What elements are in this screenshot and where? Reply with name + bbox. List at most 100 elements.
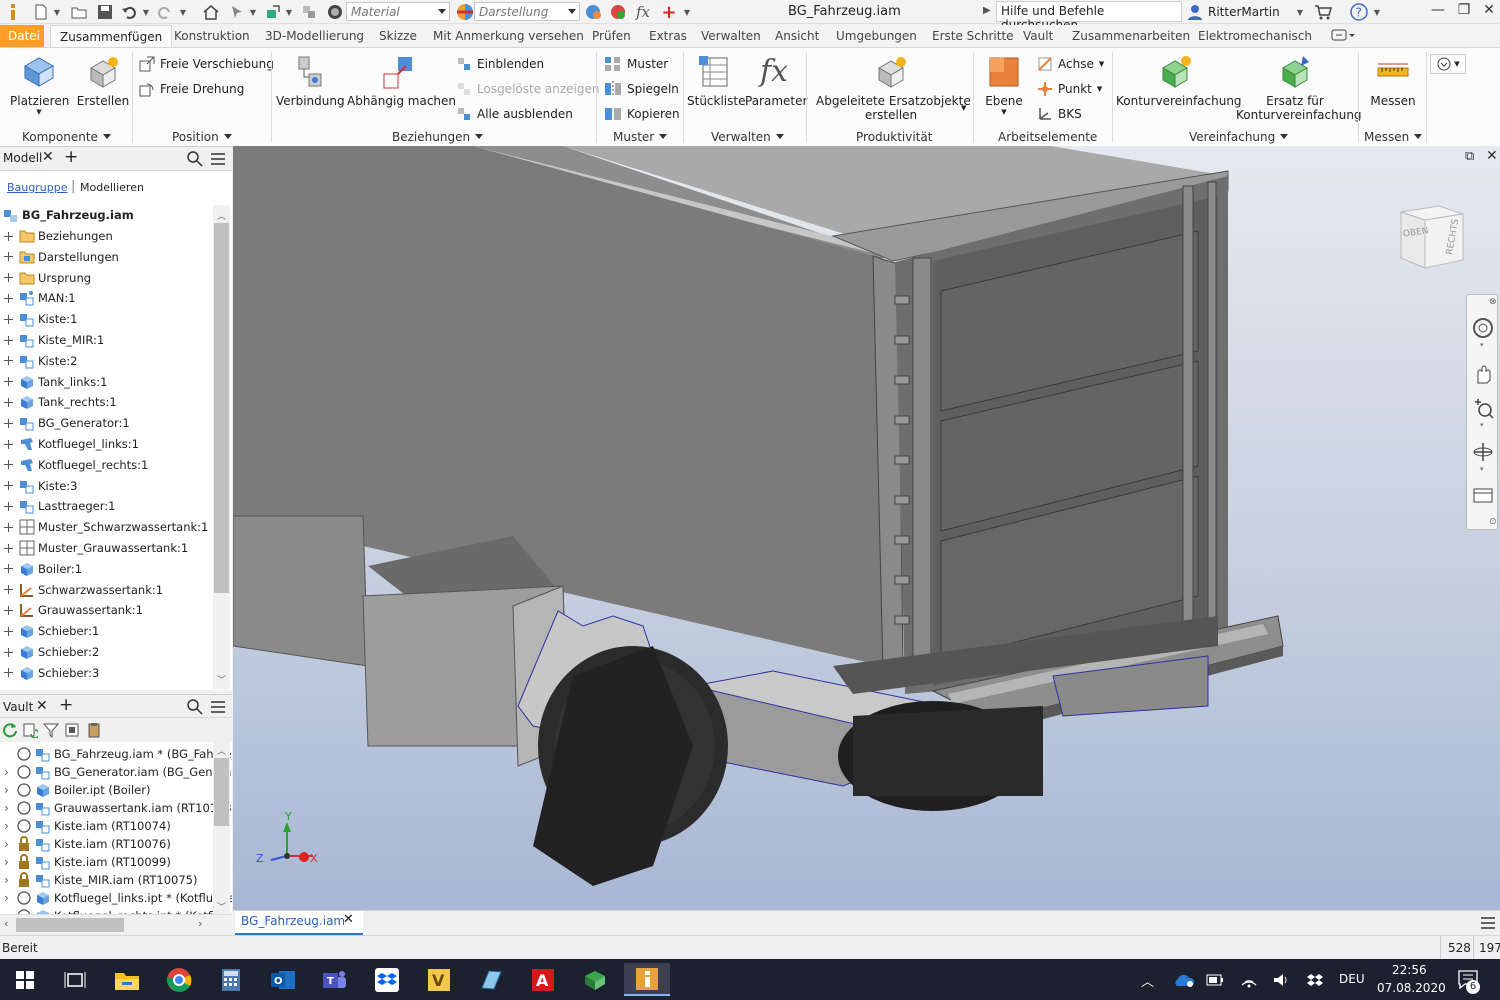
home-icon[interactable] xyxy=(200,2,222,22)
menu-icon[interactable] xyxy=(210,699,226,715)
onedrive-icon[interactable] xyxy=(1172,972,1194,988)
einblenden-button[interactable]: Einblenden xyxy=(456,56,544,72)
tree-item[interactable]: Kotfluegel_rechts:1 xyxy=(0,455,148,475)
freie-drehung-button[interactable]: Freie Drehung xyxy=(139,81,244,97)
ribbon-options-button[interactable]: ▼ xyxy=(1430,54,1466,74)
tab-zusammenarbeiten[interactable]: Zusammenarbeiten xyxy=(1072,29,1190,43)
close-panel-icon[interactable]: ✕ xyxy=(42,149,54,165)
zoom-icon[interactable] xyxy=(1472,397,1494,419)
graphics-viewport[interactable]: OBEN RECHTS ⊗ ▾ ▾ ▾ ⊙ ⧉ ✕ Y X Z xyxy=(233,146,1500,910)
refresh-icon[interactable] xyxy=(2,722,18,738)
losgeloeste-anzeigen-button[interactable]: Losgelöste anzeigen xyxy=(456,81,599,97)
clock-time[interactable]: 22:56 xyxy=(1392,963,1427,977)
expand-icon[interactable] xyxy=(4,418,13,428)
help-dropdown-icon[interactable]: ▼ xyxy=(1372,2,1382,22)
update-dropdown-icon[interactable]: ▼ xyxy=(284,2,294,22)
close-panel-icon[interactable]: ✕ xyxy=(36,698,48,714)
look-at-icon[interactable] xyxy=(1472,483,1494,505)
add-panel-icon[interactable]: + xyxy=(64,147,78,167)
open-icon[interactable] xyxy=(68,2,90,22)
refresh-tree-icon[interactable] xyxy=(22,722,38,738)
inventor-app-icon[interactable] xyxy=(624,963,670,996)
clock-date[interactable]: 07.08.2020 xyxy=(1377,981,1446,995)
vault-item[interactable]: BG_Fahrzeug.iam * (BG_Fahrzeug) xyxy=(0,744,232,764)
user-dropdown-icon[interactable]: ▼ xyxy=(1294,2,1306,22)
vault-app-icon[interactable]: V xyxy=(416,963,462,996)
tab-erste-schritte[interactable]: Erste Schritte xyxy=(932,29,1014,43)
autocad-icon[interactable]: A xyxy=(520,963,566,996)
zoom-dropdown-icon[interactable]: ▾ xyxy=(1480,421,1484,429)
tab-anmerkung[interactable]: Mit Anmerkung versehen xyxy=(433,29,584,43)
tree-item[interactable]: Grauwassertank:1 xyxy=(0,600,143,620)
tray-chevron-icon[interactable]: ︿ xyxy=(1141,971,1154,990)
viewcube[interactable]: OBEN RECHTS xyxy=(1399,204,1467,270)
abhaengig-machen-button[interactable]: Abhängig machen xyxy=(347,54,456,108)
expand-icon[interactable] xyxy=(4,585,13,595)
pan-icon[interactable] xyxy=(1472,363,1494,385)
expand-icon[interactable] xyxy=(4,314,13,324)
add-icon[interactable]: + xyxy=(658,2,680,23)
tab-verwalten[interactable]: Verwalten xyxy=(701,29,761,43)
redo-dropdown-icon[interactable]: ▼ xyxy=(178,2,188,22)
task-view-icon[interactable] xyxy=(52,963,98,996)
scroll-down-icon[interactable]: ﹀ xyxy=(217,673,226,686)
tree-item[interactable]: Lasttraeger:1 xyxy=(0,496,115,516)
battery-icon[interactable] xyxy=(1206,974,1224,986)
search-icon[interactable] xyxy=(187,699,203,715)
minimize-icon[interactable]: — xyxy=(1426,2,1450,22)
new-file-icon[interactable] xyxy=(30,2,52,22)
orbit-dropdown-icon[interactable]: ▾ xyxy=(1480,465,1484,473)
vault-item[interactable]: › Grauwassertank.iam (RT10113) xyxy=(0,798,232,818)
scroll-up-icon[interactable]: ︿ xyxy=(217,209,226,222)
tree-item[interactable]: Schieber:2 xyxy=(0,642,99,662)
tree-item[interactable]: Tank_links:1 xyxy=(0,372,107,392)
expand-icon[interactable] xyxy=(4,668,13,678)
freie-verschiebung-button[interactable]: Freie Verschiebung xyxy=(139,56,274,72)
undo-dropdown-icon[interactable]: ▼ xyxy=(141,2,151,22)
outlook-icon[interactable]: O xyxy=(260,963,306,996)
expand-icon[interactable] xyxy=(4,522,13,532)
punkt-button[interactable]: Punkt ▼ xyxy=(1037,81,1102,97)
navbar-options-icon[interactable]: ⊙ xyxy=(1489,517,1497,527)
expand-icon[interactable]: › xyxy=(4,855,16,869)
expand-icon[interactable] xyxy=(4,626,13,636)
expand-icon[interactable] xyxy=(4,564,13,574)
scroll-down-icon[interactable]: ﹀ xyxy=(217,900,226,913)
vault-scrollbar[interactable]: ︿ ﹀ xyxy=(213,742,230,914)
physical-material-icon[interactable] xyxy=(324,2,346,22)
expand-icon[interactable]: › xyxy=(4,837,16,851)
scroll-left-icon[interactable]: ‹ xyxy=(4,917,8,930)
undo-icon[interactable] xyxy=(118,2,140,22)
cart-icon[interactable] xyxy=(1312,2,1334,22)
expand-icon[interactable] xyxy=(4,605,13,615)
tab-ansicht[interactable]: Ansicht xyxy=(775,29,819,43)
tab-konstruktion[interactable]: Konstruktion xyxy=(174,29,250,43)
customize-quickaccess-icon[interactable]: ▼ xyxy=(680,2,694,22)
tab-pruefen[interactable]: Prüfen xyxy=(592,29,631,43)
tree-item[interactable]: MAN:1 xyxy=(0,288,76,308)
expand-icon[interactable]: › xyxy=(4,783,16,797)
file-explorer-icon[interactable] xyxy=(104,963,150,996)
parameter-button[interactable]: fx Parameter xyxy=(745,54,807,108)
vault-options-icon[interactable] xyxy=(64,722,80,738)
steering-dropdown-icon[interactable]: ▾ xyxy=(1480,341,1484,349)
tree-item[interactable]: Kotfluegel_links:1 xyxy=(0,434,139,454)
ersatz-konturvereinfachung-button[interactable]: Ersatz für Konturvereinfachung xyxy=(1236,54,1362,122)
clear-appearance-icon[interactable] xyxy=(607,2,629,22)
tree-item[interactable]: BG_Generator:1 xyxy=(0,413,130,433)
vault-item[interactable]: › Kotfluegel_links.ipt * (Kotfluege xyxy=(0,888,232,908)
tree-root[interactable]: BG_Fahrzeug.iam xyxy=(0,205,134,225)
abgeleitete-dropdown-icon[interactable]: ▼ xyxy=(961,104,966,112)
expand-icon[interactable] xyxy=(4,460,13,470)
orbit-icon[interactable] xyxy=(1472,441,1494,463)
expand-icon[interactable] xyxy=(4,293,13,303)
vault-item[interactable]: ›Kotfluegel_rechts.ipt * (Kotflueg xyxy=(0,906,232,914)
konturvereinfachung-button[interactable]: Konturvereinfachung xyxy=(1116,54,1242,108)
help-icon[interactable]: ? xyxy=(1348,2,1370,22)
close-view-icon[interactable]: ✕ xyxy=(1486,148,1498,164)
tab-3d-modellierung[interactable]: 3D-Modellierung xyxy=(265,29,364,43)
steering-wheel-icon[interactable] xyxy=(1472,317,1494,339)
vehicle-model[interactable] xyxy=(233,146,1500,910)
select-dropdown-icon[interactable]: ▼ xyxy=(248,2,258,22)
group-messen-label[interactable]: Messen xyxy=(1364,130,1423,144)
